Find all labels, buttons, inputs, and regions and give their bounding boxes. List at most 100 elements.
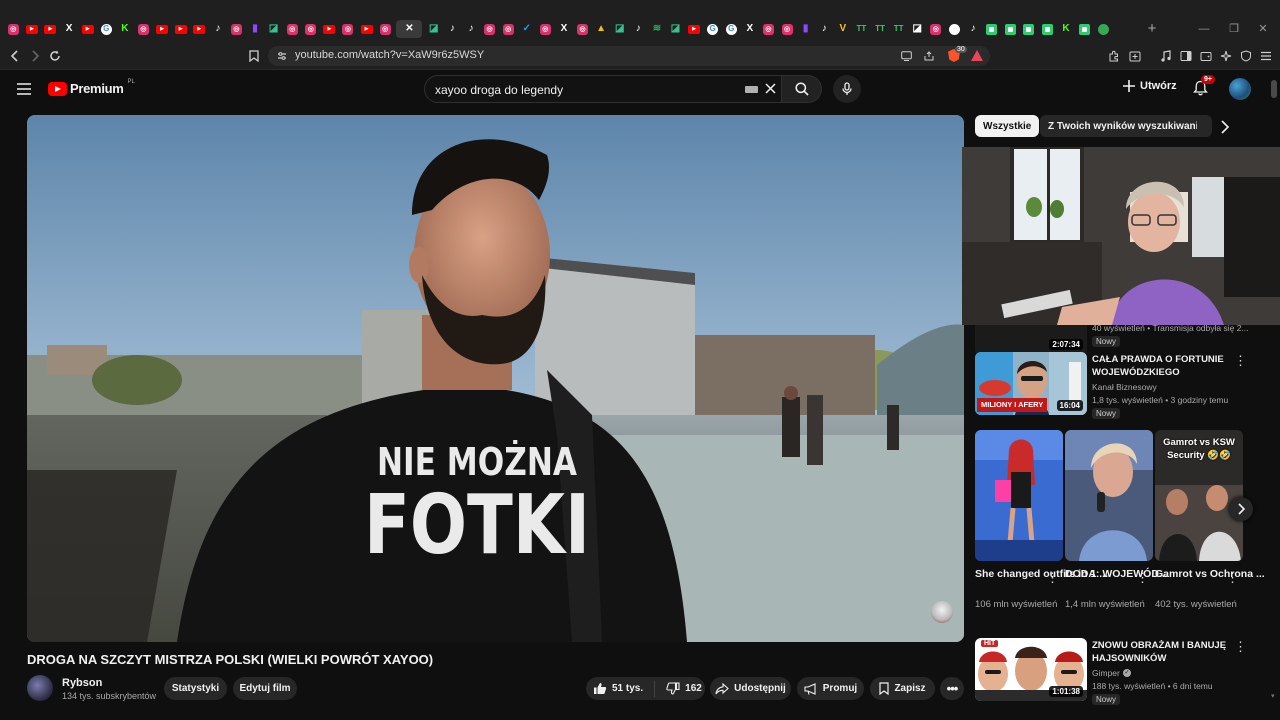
more-options-icon[interactable]: ⋮ [1234, 354, 1247, 368]
browser-tab[interactable] [1019, 20, 1038, 38]
page-scrollbar-thumb[interactable] [1271, 80, 1277, 98]
recommendation-item[interactable]: HIT 1:01:38 ZNOWU OBRAŻAM I BANUJĘ HAJSO… [975, 638, 1265, 706]
browser-tab[interactable]: ◎ [480, 20, 499, 38]
video-player[interactable]: NIE MOŻNA FOTKI [27, 115, 964, 642]
forward-button[interactable] [25, 46, 45, 66]
browser-tab[interactable]: ◎ [283, 20, 302, 38]
browser-tab[interactable]: ✓ [517, 20, 536, 38]
browser-tab[interactable]: ≋ [648, 20, 667, 38]
guide-menu-button[interactable] [17, 82, 31, 100]
channel-watermark-icon[interactable] [931, 601, 953, 623]
short-thumbnail[interactable] [975, 430, 1063, 561]
browser-tab[interactable]: ◎ [778, 20, 797, 38]
browser-tab[interactable]: ▶ [153, 20, 172, 38]
youtube-logo[interactable]: Premium PL [48, 79, 135, 96]
browser-tab[interactable]: ▶ [357, 20, 376, 38]
like-button[interactable]: 51 tys. [593, 682, 643, 695]
browser-tab[interactable]: TT [889, 20, 908, 38]
search-button[interactable] [782, 75, 822, 103]
browser-tab[interactable] [945, 20, 964, 38]
more-options-icon[interactable]: ⋮ [1226, 571, 1239, 585]
short-item[interactable]: She changed outfits in 1 ... 106 mln wyś… [975, 430, 1108, 610]
chips-next-button[interactable] [1220, 120, 1230, 139]
browser-tab[interactable]: ▶ [78, 20, 97, 38]
browser-tab[interactable]: ♪ [462, 20, 481, 38]
browser-tab[interactable]: ◪ [264, 20, 283, 38]
video-thumbnail[interactable]: HIT 1:01:38 [975, 638, 1087, 701]
browser-tab[interactable]: ▶ [190, 20, 209, 38]
bookmark-button[interactable] [244, 46, 264, 66]
browser-tab[interactable]: X [555, 20, 574, 38]
browser-tab[interactable]: ◪ [908, 20, 927, 38]
browser-tab[interactable] [1038, 20, 1057, 38]
avatar[interactable] [1229, 78, 1251, 100]
dislike-button[interactable]: 162 [666, 682, 702, 695]
picture-in-picture-player[interactable] [962, 147, 1280, 325]
create-button[interactable]: Utwórz [1123, 80, 1177, 92]
browser-tab[interactable]: ▶ [23, 20, 42, 38]
more-options-icon[interactable]: ⋮ [1046, 571, 1059, 585]
extensions-button[interactable] [1104, 46, 1124, 66]
short-thumbnail[interactable]: Gamrot vs KSW Security 🤣🤣 [1155, 430, 1243, 561]
browser-tab[interactable] [1001, 20, 1020, 38]
browser-tab[interactable]: ◎ [4, 20, 23, 38]
channel-link[interactable]: Gimper ✓ [1092, 668, 1131, 678]
browser-tab[interactable]: ▲ [592, 20, 611, 38]
browser-tab[interactable]: ♪ [209, 20, 228, 38]
browser-tab[interactable]: ▮ [246, 20, 265, 38]
browser-tab[interactable]: X [60, 20, 79, 38]
browser-tab[interactable]: X [741, 20, 760, 38]
more-options-icon[interactable]: ⋮ [1234, 640, 1247, 654]
shorts-next-button[interactable] [1229, 497, 1253, 521]
browser-tab[interactable]: ◎ [536, 20, 555, 38]
short-item[interactable]: DODA: WOJEWÓD... 1,4 mln wyświetleń ⋮ [1065, 430, 1168, 610]
clear-search-icon[interactable] [765, 83, 776, 94]
browser-tab[interactable]: ♪ [964, 20, 983, 38]
chip-search-results[interactable]: Z Twoich wyników wyszukiwania [1040, 115, 1212, 137]
browser-tab[interactable]: ◎ [927, 20, 946, 38]
scrollbar-down-arrow[interactable]: ▾ [1271, 693, 1277, 701]
browser-tab[interactable]: ◎ [227, 20, 246, 38]
keyboard-icon[interactable] [745, 86, 758, 93]
share-page-icon[interactable] [924, 51, 935, 61]
channel-name[interactable]: Rybson [62, 677, 102, 689]
browser-tab[interactable]: ▶ [171, 20, 190, 38]
wallet-button[interactable] [1196, 46, 1216, 66]
browser-tab[interactable]: V [834, 20, 853, 38]
browser-tab[interactable]: G [722, 20, 741, 38]
browser-tab[interactable]: ◪ [610, 20, 629, 38]
edit-video-button[interactable]: Edytuj film [233, 677, 297, 700]
browser-tab[interactable]: K [116, 20, 135, 38]
more-options-icon[interactable]: ⋮ [1136, 571, 1149, 585]
notifications-button[interactable]: 9+ [1193, 75, 1215, 101]
browser-tab[interactable]: ◎ [759, 20, 778, 38]
browser-tab[interactable]: ✕ [396, 20, 423, 38]
browser-tab[interactable]: TT [871, 20, 890, 38]
promote-button[interactable]: Promuj [797, 677, 864, 700]
reload-button[interactable] [45, 46, 65, 66]
screenshot-button[interactable] [1125, 46, 1145, 66]
browser-tab[interactable]: ◪ [424, 20, 443, 38]
browser-tab[interactable]: ♪ [815, 20, 834, 38]
search-input[interactable]: xayoo droga do legendy [424, 75, 782, 103]
maximize-button[interactable]: ❐ [1226, 20, 1242, 38]
vpn-button[interactable] [1236, 46, 1256, 66]
browser-tab[interactable] [982, 20, 1001, 38]
browser-tab[interactable]: ♪ [629, 20, 648, 38]
share-button[interactable]: Udostępnij [710, 677, 791, 700]
browser-tab[interactable]: ◎ [376, 20, 395, 38]
short-thumbnail[interactable] [1065, 430, 1153, 561]
browser-tab[interactable]: ◎ [499, 20, 518, 38]
chip-overflow[interactable] [1197, 115, 1211, 137]
stats-button[interactable]: Statystyki [164, 677, 227, 700]
browser-tab[interactable]: ◎ [134, 20, 153, 38]
browser-tab[interactable]: ◎ [339, 20, 358, 38]
browser-tab[interactable]: TT [852, 20, 871, 38]
browser-tab[interactable]: ◎ [302, 20, 321, 38]
new-tab-button[interactable]: + [1145, 20, 1159, 38]
sidebar-toggle-button[interactable] [1176, 46, 1196, 66]
voice-search-button[interactable] [833, 75, 861, 103]
browser-tab[interactable]: ▶ [41, 20, 60, 38]
browser-tab[interactable]: ▮ [796, 20, 815, 38]
browser-tab[interactable] [1075, 20, 1094, 38]
